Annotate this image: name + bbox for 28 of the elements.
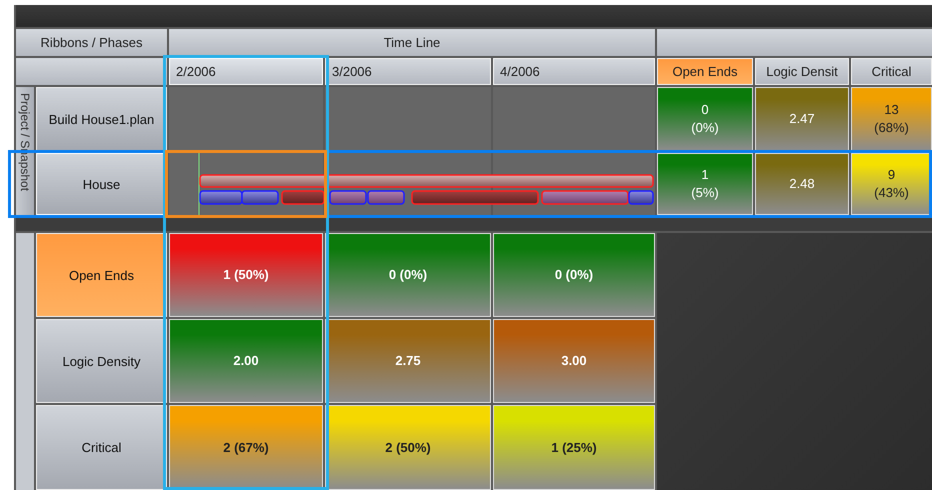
column-header: Time Line [169, 29, 655, 56]
metric-cell: 2 (50%) [325, 405, 491, 490]
metric-cell: 0 (0%) [657, 87, 753, 151]
metric-cell: 0 (0%) [325, 233, 491, 317]
phase-label[interactable]: Critical [36, 405, 167, 490]
month-header[interactable]: 4/2006 [493, 58, 655, 85]
metric-cell: 2 (67%) [169, 405, 323, 490]
metric-tab[interactable]: Critical [851, 58, 932, 85]
metric-cell: 1 (25%) [493, 405, 655, 490]
metric-cell: 2.47 [755, 87, 849, 151]
column-header: Ribbons / Phases [16, 29, 167, 56]
metric-cell: 0 (0%) [493, 233, 655, 317]
month-header[interactable]: 3/2006 [325, 58, 491, 85]
metric-tab[interactable]: Open Ends [657, 58, 753, 85]
phase-label[interactable]: Open Ends [36, 233, 167, 317]
month-header[interactable]: 2/2006 [169, 58, 323, 85]
metric-cell: 2.75 [325, 319, 491, 403]
metric-cell: 1 (5%) [657, 153, 753, 215]
metric-cell: 2.00 [169, 319, 323, 403]
metric-cell: 3.00 [493, 319, 655, 403]
group-label: Project / Snapshot [16, 87, 34, 215]
metric-tab[interactable]: Logic Densit [755, 58, 849, 85]
metric-cell: 13 (68%) [851, 87, 932, 151]
metric-cell: 2.48 [755, 153, 849, 215]
project-name[interactable]: Build House1.plan [36, 87, 167, 151]
metric-cell: 1 (50%) [169, 233, 323, 317]
phase-label[interactable]: Logic Density [36, 319, 167, 403]
metric-cell: 9 (43%) [851, 153, 932, 215]
